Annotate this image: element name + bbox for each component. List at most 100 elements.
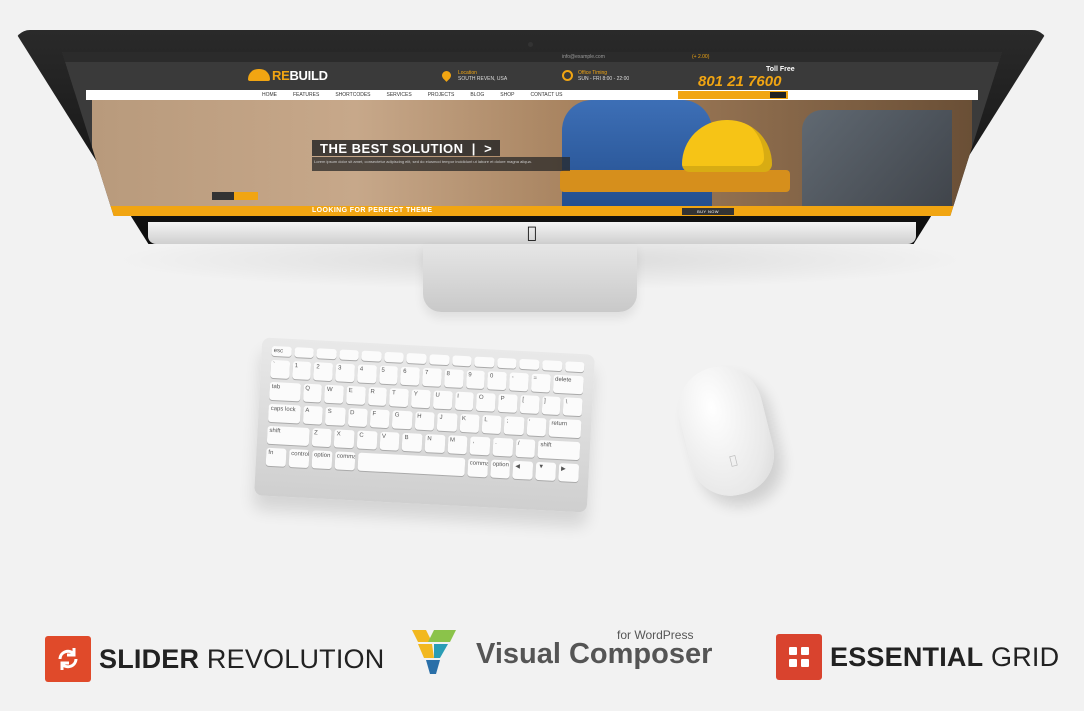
- keyboard-key: `: [270, 359, 290, 379]
- nav-blog[interactable]: BLOG: [470, 92, 484, 98]
- nav-shortcodes[interactable]: SHORTCODES: [335, 92, 370, 98]
- tool-belt: [560, 170, 790, 192]
- keyboard-key: H: [414, 411, 435, 431]
- keyboard-key: tab: [269, 381, 301, 402]
- screen-hero: THE BEST SOLUTION | > Lorem ipsum dolor …: [92, 100, 972, 206]
- keyboard-key: [: [519, 394, 540, 414]
- keyboard-key: ▶: [558, 463, 580, 483]
- nav-services[interactable]: SERVICES: [387, 92, 412, 98]
- nav-shop[interactable]: SHOP: [500, 92, 514, 98]
- keyboard-key: -: [509, 372, 529, 392]
- keyboard-key: ▼: [535, 461, 557, 481]
- screen-footer: LOOKING FOR PERFECT THEME BUY NOW: [102, 206, 962, 216]
- camera-icon: [528, 42, 533, 47]
- slider-arrows[interactable]: [212, 192, 258, 200]
- keyboard-key: 2: [313, 362, 334, 382]
- nav-home[interactable]: HOME: [262, 92, 277, 98]
- keyboard-key: delete: [552, 374, 584, 395]
- keyboard-key: P: [497, 393, 518, 413]
- screen-search[interactable]: [678, 91, 788, 99]
- screen-email: info@example.com: [562, 54, 605, 60]
- keyboard-key: G: [392, 410, 413, 430]
- keyboard-key: O: [476, 392, 496, 412]
- keyboard-key: Y: [411, 389, 431, 409]
- keyboard-key: command: [467, 458, 488, 478]
- keyboard-key: 5: [378, 365, 399, 385]
- timing-info: Office Timing SUN - FRI 8:00 - 22:00: [578, 70, 630, 82]
- keyboard-key: A: [302, 405, 323, 425]
- imac-stand: [423, 244, 637, 312]
- grid-icon: [776, 634, 822, 680]
- toll-free-label: Toll Free: [766, 66, 795, 73]
- keyboard-key: R: [367, 387, 388, 406]
- keyboard-key: [361, 350, 382, 362]
- nav-projects[interactable]: PROJECTS: [428, 92, 455, 98]
- website-screen: info@example.com (+ 2.00) REBUILD Locati…: [62, 52, 1002, 216]
- keyboard-key: [339, 349, 360, 361]
- keyboard-key: [293, 347, 315, 359]
- keyboard-key: command: [334, 451, 355, 471]
- keyboard-key: option: [311, 450, 333, 470]
- slider-revolution-brand: SLIDER REVOLUTION: [45, 636, 384, 682]
- hero-text: Lorem ipsum dolor sit amet, consectetur …: [312, 157, 570, 171]
- phone-number: 801 21 7600: [698, 73, 782, 90]
- location-info: Location SOUTH REVEN, USA: [458, 70, 508, 82]
- refresh-icon: [45, 636, 91, 682]
- keyboard-key: [316, 348, 337, 360]
- keyboard-key: ◀: [512, 460, 534, 480]
- keyboard-key: [474, 356, 495, 368]
- worker-arm: [802, 110, 952, 206]
- keyboard-key: 6: [400, 366, 421, 386]
- keyboard-key: 9: [465, 370, 486, 390]
- keyboard-key: K: [459, 413, 480, 433]
- keyboard-key: 1: [291, 361, 312, 380]
- nav-features[interactable]: FEATURES: [293, 92, 319, 98]
- hardhat-logo-icon: [248, 69, 270, 81]
- keyboard-key: [406, 352, 427, 365]
- keyboard-key: S: [325, 406, 346, 426]
- keyboard-key: .: [492, 437, 514, 457]
- keyboard-key: =: [530, 373, 551, 393]
- keyboard-key: 4: [357, 364, 377, 384]
- keyboard-key: F: [369, 409, 391, 429]
- keyboard-key: V: [379, 431, 400, 451]
- visual-composer-name: Visual Composer: [476, 638, 713, 670]
- visual-composer-icon: [412, 630, 456, 674]
- keyboard-key: 8: [443, 368, 464, 388]
- keyboard-key: [496, 357, 517, 369]
- keyboard-key: Z: [311, 428, 332, 448]
- keyboard-key: return: [548, 418, 582, 439]
- keyboard-key: shift: [266, 425, 310, 446]
- nav-contact[interactable]: CONTACT US: [530, 92, 562, 98]
- essential-grid-brand: ESSENTIAL GRID: [776, 634, 1059, 680]
- keyboard-key: 3: [335, 363, 356, 383]
- location-pin-icon: [440, 69, 453, 82]
- keyboard-key: T: [389, 388, 410, 408]
- keyboard-key: [357, 452, 465, 477]
- keyboard-key: I: [454, 391, 475, 411]
- keyboard-key: caps lock: [267, 403, 301, 424]
- search-icon[interactable]: [770, 92, 786, 98]
- keyboard-key: fn: [265, 447, 287, 467]
- screen-nav: HOME FEATURES SHORTCODES SERVICES PROJEC…: [86, 90, 978, 100]
- keyboard-key: [541, 360, 563, 372]
- screen-lang: (+ 2.00): [692, 54, 710, 60]
- imac-chin: : [148, 222, 916, 244]
- keyboard-key: U: [432, 390, 453, 410]
- hero-title: THE BEST SOLUTION | >: [312, 140, 501, 156]
- apple-logo-icon: : [527, 225, 537, 241]
- apple-logo-icon: : [728, 452, 738, 467]
- keyboard-key: ]: [541, 396, 561, 416]
- screen-brandbar: REBUILD Location SOUTH REVEN, USA Office …: [62, 62, 1002, 90]
- keyboard-key: C: [356, 430, 378, 450]
- essential-grid-name: ESSENTIAL GRID: [830, 641, 1060, 672]
- keyboard-key: control: [288, 448, 310, 468]
- keyboard-key: X: [334, 429, 355, 449]
- screen-topbar: info@example.com (+ 2.00): [62, 52, 1002, 62]
- keyboard-key: [429, 354, 450, 366]
- buy-now-button[interactable]: BUY NOW: [682, 208, 734, 215]
- keyboard-key: M: [447, 435, 468, 455]
- arrow-left-icon[interactable]: [212, 192, 234, 200]
- keyboard-key: shift: [537, 439, 581, 461]
- keyboard-key: /: [515, 438, 536, 458]
